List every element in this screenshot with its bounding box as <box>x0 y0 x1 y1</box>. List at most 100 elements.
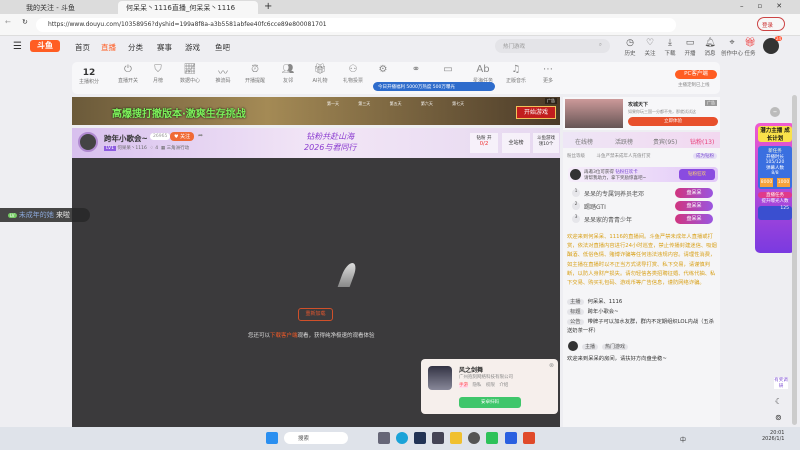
taskbar-search[interactable]: 搜索 <box>284 432 348 444</box>
search-icon[interactable]: ⌕ <box>599 42 602 49</box>
start-live-button[interactable]: ▭ 开播 <box>680 38 700 57</box>
room-info-row: 主播 何呆呆、1116 <box>567 298 717 307</box>
toolbar-item[interactable]: ⚙ <box>368 64 398 77</box>
start-game-button[interactable]: 开始游戏 <box>516 106 556 119</box>
ad-days: 第一天 第三天 第五天 第六天 第七天 <box>327 101 465 106</box>
growth-plan-widget[interactable]: 潜力主播 成长计划 新任务 开播时长 105/120 弹幕人数 8/8 8000 10… <box>755 123 795 253</box>
tab-diamond-fans[interactable]: 钻粉(13) <box>690 137 714 146</box>
reload-button[interactable]: 重新加载 <box>298 308 333 321</box>
try-now-button[interactable]: 立即体验 <box>628 117 718 126</box>
download-icon: ⤓ <box>668 38 672 48</box>
steam-icon[interactable] <box>414 432 426 444</box>
diamond-fans-box[interactable]: 钻粉 开 0/2 <box>470 133 498 153</box>
anchor-avatar[interactable] <box>78 132 98 152</box>
folder-icon[interactable] <box>450 432 462 444</box>
back-icon[interactable]: ← <box>5 18 11 26</box>
download-client-link[interactable]: 下载客户端 <box>270 333 298 339</box>
toolbar-item[interactable]: ⚭ <box>401 64 431 77</box>
toolbar-icon: ⏰︎ <box>251 64 259 75</box>
url-input[interactable]: https://www.douyu.com/10358956?dyshid=19… <box>36 18 676 32</box>
toolbar-icon: ⚙ <box>378 64 388 75</box>
close-icon[interactable]: ⊗ <box>549 362 554 369</box>
toolbar-item[interactable]: ⏰︎ 开播提醒 <box>240 64 270 84</box>
toolbar-item[interactable]: 👥︎ 友邻 <box>273 64 303 84</box>
rank-row[interactable]: 1 呆呆的专属饲养员老邓 盘呆呆 <box>569 187 717 200</box>
reload-icon[interactable]: ↻ <box>22 18 28 26</box>
address-bar: ← ↻ https://www.douyu.com/10358956?dyshi… <box>0 14 800 36</box>
clock[interactable]: 20:01 2026/1/1 <box>762 430 784 442</box>
nav-live[interactable]: 直播 <box>101 42 116 53</box>
tab-online-rank[interactable]: 在线榜 <box>575 137 593 146</box>
douyu-game-box[interactable]: 斗鱼游戏 领10个 <box>533 133 559 153</box>
tasks-button[interactable]: 🎁︎ 任务 <box>740 38 760 57</box>
douyu-app-icon[interactable] <box>523 432 535 444</box>
toolbar-item[interactable]: 📈︎ 数据中心 <box>175 64 205 84</box>
toolbar-item[interactable]: ⏻ 直播开关 <box>113 64 143 84</box>
nav-home[interactable]: 首页 <box>75 42 90 53</box>
become-diamond-button[interactable]: 成为钻粉 <box>693 153 717 159</box>
window-controls[interactable]: –▫✕ <box>740 2 796 10</box>
download-button[interactable]: ⤓ 下载 <box>660 38 680 57</box>
anchor-points[interactable]: 12 主播积分 <box>74 68 104 85</box>
tab-active-rank[interactable]: 活跃榜 <box>615 137 633 146</box>
diamond-promo[interactable]: 再邀3位可获得 钻粉狂欢卡 请帮我助力，拿下奖励惊喜吧~ 钻粉狂欢 <box>568 167 718 182</box>
share-icon[interactable]: ➦ <box>198 132 203 139</box>
event-banner[interactable]: 钻粉共赴山海 2026与君同行 <box>304 131 356 153</box>
user-avatar[interactable]: 24 <box>763 36 782 54</box>
history-button[interactable]: ◷ 历史 <box>620 38 640 57</box>
pc-client-button[interactable]: PC客户端 <box>675 70 717 79</box>
menu-icon[interactable]: ☰ <box>13 41 22 52</box>
toolbar-item[interactable]: ⛉ 月榜 <box>143 64 173 84</box>
side-ad[interactable]: 攻城天下 如果你玩三国一分都不充，那就试试这 立即体验 广告 <box>563 97 720 130</box>
app-tags[interactable]: 手游 隐私 权限 介绍 <box>459 382 508 388</box>
rank-row[interactable]: 3 呆呆家的青青少年 盘呆呆 <box>569 213 717 226</box>
toolbar-item[interactable]: ▭ <box>433 64 463 77</box>
rank-row[interactable]: 2 踢踏GTI 盘呆呆 <box>569 200 717 213</box>
settings-icon[interactable]: ⊚ <box>775 413 782 422</box>
app-name: 风之剑舞 <box>459 367 484 374</box>
start-icon[interactable] <box>266 432 278 444</box>
night-mode-icon[interactable]: ☾ <box>775 397 782 406</box>
chat-avatar[interactable] <box>568 341 578 351</box>
follow-button[interactable]: ♥ 关注 <box>170 132 195 141</box>
room-title: 跨年小歌会~ <box>104 134 148 143</box>
nav-category[interactable]: 分类 <box>128 42 143 53</box>
toolbar-item[interactable]: Ab 星海任务 <box>468 64 498 84</box>
browser-login-button[interactable]: 登录 <box>757 17 785 31</box>
toolbar-icon: 〰 <box>218 68 228 79</box>
wechat-icon[interactable] <box>486 432 498 444</box>
toolbar-item[interactable]: ⚇ 礼物投票 <box>338 64 368 84</box>
follow-button[interactable]: ♡ 关注 <box>640 38 660 57</box>
toolbar-item[interactable]: 〰推流码 <box>208 64 238 84</box>
new-tab-button[interactable]: + <box>264 1 272 12</box>
toolbar-item[interactable]: ♫ 正版音乐 <box>501 64 531 84</box>
chat-user-tags: 主播 热门游戏 <box>582 343 632 350</box>
messages-button[interactable]: 🔔︎ 消息 <box>700 38 720 57</box>
task-view-icon[interactable] <box>378 432 390 444</box>
nav-games[interactable]: 游戏 <box>185 42 200 53</box>
obs-icon[interactable] <box>468 432 480 444</box>
survey-button[interactable]: 有奖调研 <box>774 377 788 389</box>
all-site-rank-button[interactable]: 全站榜 <box>502 133 530 153</box>
app2-icon[interactable] <box>505 432 517 444</box>
nav-esports[interactable]: 赛事 <box>157 42 172 53</box>
pc-client-subtitle: 主播定制已上线 <box>678 83 710 88</box>
welfare-toast[interactable]: 今日开播福利 5000万热度 500万曝光 <box>373 82 495 91</box>
ime-indicator[interactable]: 中 <box>680 435 686 444</box>
app-icon[interactable] <box>432 432 444 444</box>
tab-live-room[interactable]: 何呆呆丶1116直播_何呆呆丶1116 <box>118 1 258 14</box>
collapse-icon[interactable]: – <box>770 107 780 117</box>
douyu-logo[interactable]: 斗鱼 <box>30 40 60 52</box>
ad-tag[interactable]: 广告 <box>545 98 557 104</box>
android-scan-button[interactable]: 安卓扫码 <box>459 397 521 408</box>
edge-icon[interactable] <box>396 432 408 444</box>
toolbar-icon: ⋯ <box>543 64 553 75</box>
toolbar-item[interactable]: ⋯ 更多 <box>533 64 563 84</box>
nav-yuba[interactable]: 鱼吧 <box>215 42 230 53</box>
toolbar-item[interactable]: 🎁︎ AI礼物 <box>305 64 335 84</box>
tab-vip[interactable]: 贵宾(95) <box>653 137 677 146</box>
game-ad-banner[interactable]: 高爆搜打撤版本·激爽生存挑战 第一天 第三天 第五天 第六天 第七天 开始游戏 … <box>72 97 560 125</box>
tab-my-follows[interactable]: 我的关注 - 斗鱼 <box>18 1 116 14</box>
page-scrollbar[interactable] <box>792 95 797 425</box>
search-input[interactable]: 热门游戏 ⌕ <box>495 39 610 53</box>
